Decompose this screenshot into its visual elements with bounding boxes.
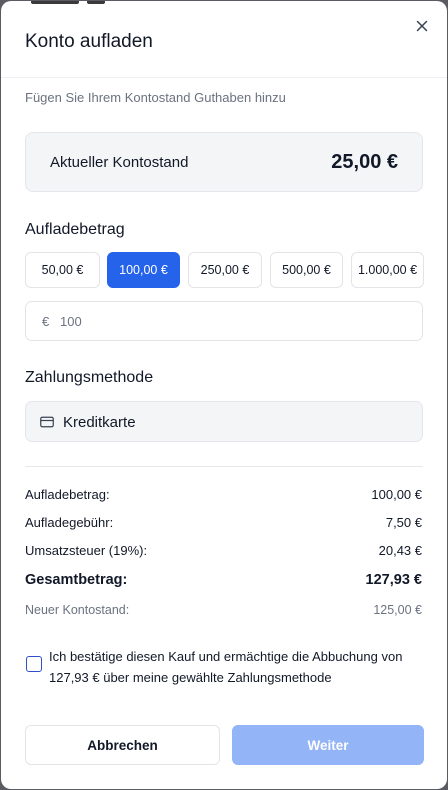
current-balance-label: Aktueller Kontostand (50, 154, 189, 171)
header-divider (1, 77, 447, 78)
summary-amount-label: Aufladebetrag: (25, 487, 110, 502)
payment-method-heading: Zahlungsmethode (25, 369, 154, 386)
summary-vat-label: Umsatzsteuer (19%): (25, 543, 148, 558)
summary-fee-value: 7,50 € (385, 515, 422, 530)
close-button[interactable] (411, 15, 433, 37)
summary-total-value: 127,93 € (365, 572, 422, 588)
summary-fee-label: Aufladegebühr: (25, 515, 114, 530)
summary-divider (25, 466, 423, 467)
summary-total-label: Gesamtbetrag: (25, 572, 128, 588)
amount-option-500[interactable]: 500,00 € (270, 252, 343, 288)
amount-option-100[interactable]: 100,00 € (107, 252, 180, 288)
amount-option-1000[interactable]: 1.000,00 € (351, 252, 424, 288)
top-up-dialog: Konto aufladen Fügen Sie Ihrem Kontostan… (1, 1, 447, 789)
summary-amount-value: 100,00 € (371, 487, 422, 502)
payment-method-select[interactable]: Kreditkarte (25, 401, 423, 442)
currency-prefix: € (42, 314, 50, 329)
confirm-checkbox[interactable] (26, 656, 42, 672)
amount-option-250[interactable]: 250,00 € (188, 252, 262, 288)
cancel-button[interactable]: Abbrechen (25, 725, 220, 765)
payment-method-label: Kreditkarte (63, 414, 136, 431)
current-balance-card: Aktueller Kontostand 25,00 € (25, 132, 423, 192)
dialog-title: Konto aufladen (25, 31, 153, 52)
new-balance-value: 125,00 € (373, 603, 422, 617)
amount-heading: Aufladebetrag (25, 221, 125, 238)
summary-vat-value: 20,43 € (378, 543, 422, 558)
window-top-edge (1, 1, 447, 4)
custom-amount-input[interactable]: € 100 (25, 301, 423, 341)
new-balance-label: Neuer Kontostand: (25, 603, 130, 617)
next-button[interactable]: Weiter (232, 725, 424, 765)
custom-amount-value: 100 (60, 314, 82, 329)
close-icon (416, 20, 428, 32)
credit-card-icon (40, 416, 54, 428)
current-balance-value: 25,00 € (331, 151, 398, 173)
confirm-text: Ich bestätige diesen Kauf und ermächtige… (49, 649, 403, 685)
dialog-subtitle: Fügen Sie Ihrem Kontostand Guthaben hinz… (25, 90, 286, 105)
amount-option-50[interactable]: 50,00 € (25, 252, 100, 288)
